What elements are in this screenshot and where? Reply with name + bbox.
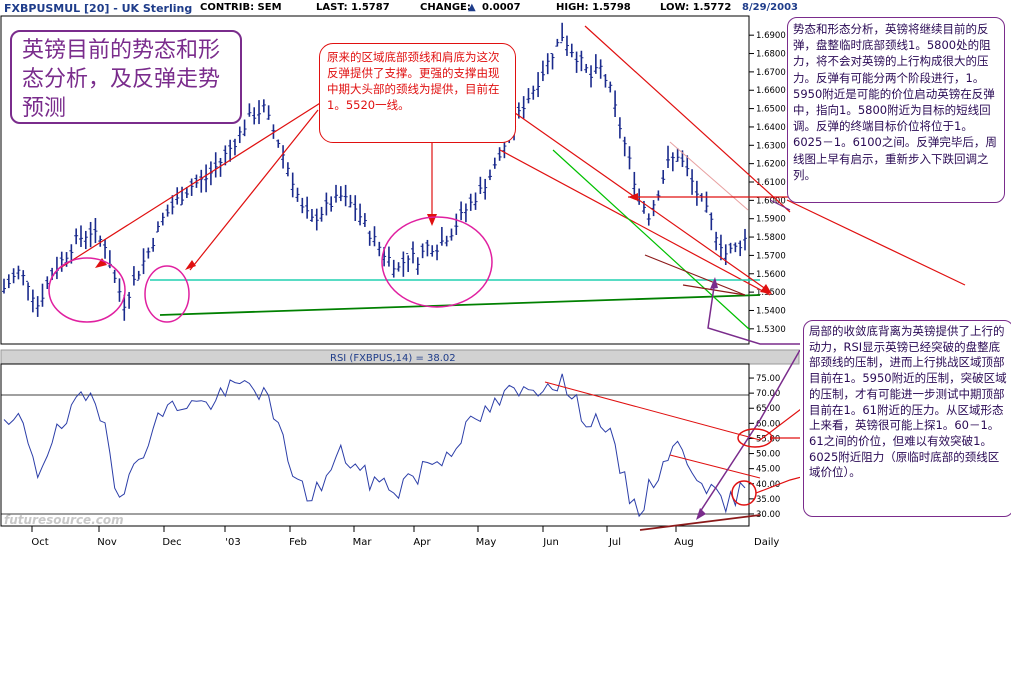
x-tick-label: Apr	[413, 537, 431, 548]
x-tick-label: May	[476, 537, 497, 548]
x-tick-label: Oct	[31, 537, 48, 548]
price-tick-label: 1.6800	[756, 50, 786, 60]
period-label: Daily	[754, 537, 779, 548]
price-tick-label: 1.6300	[756, 141, 786, 151]
x-tick-label: Nov	[97, 537, 117, 548]
price-tick-label: 1.5600	[756, 270, 786, 280]
x-tick-label: '03	[225, 537, 240, 548]
support-note: 原来的区域底部颈线和肩底为这次反弹提供了支撑。更强的支撑由现中期大头部的颈线为提…	[319, 43, 516, 143]
x-tick-label: Mar	[353, 537, 373, 548]
price-tick-label: 1.6500	[756, 105, 786, 115]
rsi-note: 局部的收敛底背离为英镑提供了上行的动力，RSI显示英镑已经突破的盘整底部颈线的压…	[803, 320, 1011, 517]
x-tick-label: Feb	[289, 537, 307, 548]
price-tick-label: 1.6600	[756, 86, 786, 96]
price-tick-label: 1.5400	[756, 306, 786, 316]
rsi-tick-label: 35.00	[756, 495, 780, 505]
rsi-tick-label: 45.00	[756, 465, 780, 475]
price-tick-label: 1.5700	[756, 251, 786, 261]
x-tick-label: Dec	[162, 537, 181, 548]
rsi-panel	[0, 363, 750, 527]
rsi-tick-label: 50.00	[756, 450, 780, 460]
price-tick-label: 1.6700	[756, 68, 786, 78]
price-tick-label: 1.6900	[756, 31, 786, 41]
x-tick-label: Jul	[608, 537, 621, 548]
x-tick-label: Aug	[674, 537, 694, 548]
rsi-tick-label: 75.00	[756, 374, 780, 384]
price-tick-label: 1.6100	[756, 178, 786, 188]
note-connector-red	[786, 199, 966, 286]
price-tick-label: 1.5900	[756, 215, 786, 225]
x-tick-label: Jun	[542, 537, 559, 548]
watermark: futuresource.com	[4, 513, 124, 527]
analysis-note: 势态和形态分析，英镑将继续目前的反弹，盘整临时底部颈线1。5800处的阻力，将不…	[787, 17, 1005, 203]
price-tick-label: 1.5800	[756, 233, 786, 243]
price-tick-label: 1.6200	[756, 160, 786, 170]
price-tick-label: 1.6400	[756, 123, 786, 133]
title-note: 英镑目前的势态和形态分析，及反弹走势预测	[10, 30, 242, 124]
rsi-label: RSI (FXBPUS,14) = 38.02	[330, 353, 456, 364]
price-tick-label: 1.5300	[756, 325, 786, 335]
